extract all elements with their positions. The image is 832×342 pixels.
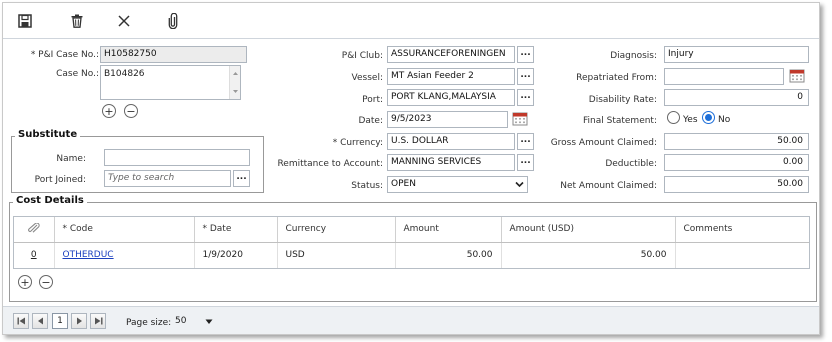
status-label: Status: xyxy=(351,181,383,191)
currency-field[interactable]: U.S. DOLLAR xyxy=(387,133,515,150)
final-statement-yes-radio[interactable] xyxy=(667,111,680,124)
close-icon[interactable] xyxy=(113,10,135,32)
next-page-button[interactable] xyxy=(71,313,87,329)
paperclip-icon[interactable] xyxy=(162,10,184,32)
case-no-value: B104826 xyxy=(104,69,145,79)
repatriated-calendar-icon[interactable] xyxy=(789,68,805,83)
date-cell: 1/9/2020 xyxy=(194,242,278,268)
claim-window: * P&I Case No.: H10582750 Case No.: B104… xyxy=(2,2,820,335)
column-header-date[interactable]: * Date xyxy=(194,217,278,243)
chevron-down-icon xyxy=(205,319,213,324)
remittance-label: Remittance to Account: xyxy=(277,159,383,169)
remove-case-button[interactable]: − xyxy=(124,104,138,118)
case-no-textarea[interactable]: B104826 xyxy=(100,65,241,100)
port-label: Port: xyxy=(362,95,383,105)
code-cell[interactable]: OTHERDUC xyxy=(54,242,195,268)
attachment-column-header xyxy=(14,217,55,243)
page-size-label: Page size: xyxy=(126,318,172,328)
currency-lookup-button[interactable]: ... xyxy=(517,133,534,150)
date-field[interactable]: 9/5/2023 xyxy=(387,111,508,128)
gross-amount-label: Gross Amount Claimed: xyxy=(550,138,657,148)
chevron-down-icon xyxy=(515,181,524,188)
page-size-value: 50 xyxy=(175,316,187,326)
add-cost-row-button[interactable]: + xyxy=(18,275,32,289)
deductible-field[interactable]: 0.00 xyxy=(664,154,809,171)
amount-cell: 50.00 xyxy=(395,242,502,268)
port-lookup-button[interactable]: ... xyxy=(517,89,534,106)
vessel-field[interactable]: MT Asian Feeder 2 xyxy=(387,68,515,85)
vessel-lookup-button[interactable]: ... xyxy=(517,68,534,85)
final-statement-no-label: No xyxy=(718,115,731,125)
status-value: OPEN xyxy=(391,179,416,189)
remittance-lookup-button[interactable]: ... xyxy=(517,154,534,171)
current-page-indicator[interactable]: 1 xyxy=(52,313,68,329)
case-no-scrollbar[interactable] xyxy=(229,66,240,99)
pi-club-label: P&I Club: xyxy=(341,51,383,61)
paperclip-icon xyxy=(27,222,40,233)
last-page-button[interactable] xyxy=(90,313,106,329)
save-icon[interactable] xyxy=(14,10,36,32)
pi-club-field[interactable]: ASSURANCEFORENINGEN xyxy=(387,46,515,63)
final-statement-no-radio[interactable] xyxy=(702,111,715,124)
column-header-comments[interactable]: Comments xyxy=(675,217,809,243)
net-amount-label: Net Amount Claimed: xyxy=(560,181,657,191)
port-joined-lookup-button[interactable]: ... xyxy=(233,170,250,187)
date-calendar-icon[interactable] xyxy=(512,111,528,126)
table-row[interactable]: 0 OTHERDUC 1/9/2020 USD 50.00 50.00 xyxy=(14,242,809,268)
final-statement-label: Final Statement: xyxy=(583,116,657,126)
trash-icon[interactable] xyxy=(66,10,88,32)
diagnosis-label: Diagnosis: xyxy=(610,51,657,61)
port-field[interactable]: PORT KLANG,MALAYSIA xyxy=(387,89,515,106)
currency-label: * Currency: xyxy=(332,138,383,148)
column-header-currency[interactable]: Currency xyxy=(277,217,396,243)
repatriated-label: Repatriated From: xyxy=(576,73,657,83)
pi-case-no-field[interactable]: H10582750 xyxy=(100,46,247,63)
previous-page-button[interactable] xyxy=(32,313,48,329)
row-index-link[interactable]: 0 xyxy=(31,250,37,260)
net-amount-field[interactable]: 50.00 xyxy=(664,176,809,193)
disability-rate-field[interactable]: 0 xyxy=(664,89,809,106)
column-header-amount[interactable]: Amount xyxy=(395,217,502,243)
substitute-legend: Substitute xyxy=(15,129,81,140)
status-select[interactable]: OPEN xyxy=(387,176,528,193)
column-header-code[interactable]: * Code xyxy=(54,217,195,243)
comments-cell xyxy=(675,242,809,268)
page-size-select[interactable]: 50 xyxy=(175,313,217,330)
deductible-label: Deductible: xyxy=(605,159,657,169)
pi-case-no-label: * P&I Case No.: xyxy=(30,50,99,60)
toolbar-divider xyxy=(3,38,819,39)
currency-cell: USD xyxy=(277,242,396,268)
case-no-label: Case No.: xyxy=(56,69,99,79)
port-joined-field[interactable]: Type to search xyxy=(104,170,231,187)
row-index-cell[interactable]: 0 xyxy=(14,242,55,268)
final-statement-yes-label: Yes xyxy=(683,115,698,125)
date-label: Date: xyxy=(358,116,383,126)
remove-cost-row-button[interactable]: − xyxy=(39,275,53,289)
first-page-button[interactable] xyxy=(13,313,29,329)
remittance-field[interactable]: MANNING SERVICES xyxy=(387,154,515,171)
cost-details-grid: * Code * Date Currency Amount Amount (US… xyxy=(13,216,810,269)
amount-usd-cell: 50.00 xyxy=(501,242,676,268)
repatriated-field[interactable] xyxy=(664,68,784,85)
column-header-amount-usd[interactable]: Amount (USD) xyxy=(501,217,676,243)
disability-rate-label: Disability Rate: xyxy=(588,95,657,105)
add-case-button[interactable]: + xyxy=(102,104,116,118)
code-link[interactable]: OTHERDUC xyxy=(63,250,114,260)
substitute-name-field[interactable] xyxy=(104,149,250,166)
cost-details-legend: Cost Details xyxy=(13,195,87,206)
pi-club-lookup-button[interactable]: ... xyxy=(517,46,534,63)
substitute-name-label: Name: xyxy=(56,154,86,164)
port-joined-label: Port Joined: xyxy=(34,175,86,185)
diagnosis-field[interactable]: Injury xyxy=(664,46,809,63)
gross-amount-field[interactable]: 50.00 xyxy=(664,133,809,150)
vessel-label: Vessel: xyxy=(351,73,383,83)
radio-selected-dot xyxy=(705,114,712,121)
